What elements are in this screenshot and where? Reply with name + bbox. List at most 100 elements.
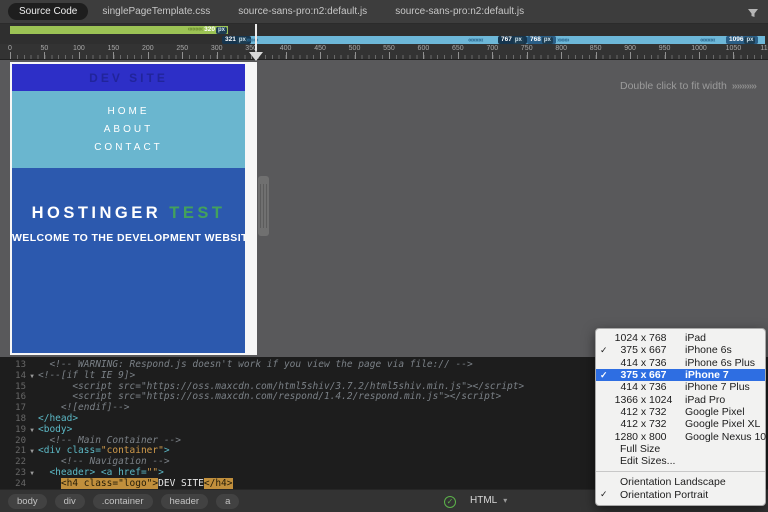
viewport-scrubber-handle[interactable] [249, 52, 263, 61]
ruler-major-tick [596, 52, 597, 59]
ruler-major-tick [423, 52, 424, 59]
size-menu-item[interactable]: 1280x800Google Nexus 10 [596, 430, 765, 442]
breakpoint-badge-767[interactable]: 767 px [498, 36, 527, 44]
size-menu-item[interactable]: 414x736iPhone 6s Plus [596, 357, 765, 369]
size-menu-item[interactable]: Full Size [596, 443, 765, 455]
ruler-major-tick [182, 52, 183, 59]
ruler-major-tick [458, 52, 459, 59]
code-token: <body> [38, 424, 72, 435]
doc-type-select[interactable]: HTML▾ [470, 495, 507, 506]
line-number: 13 [0, 360, 26, 371]
ruler-major-tick [733, 52, 734, 59]
code-token: > [164, 445, 170, 456]
code-token: <script src="https://oss.maxcdn.com/html… [38, 381, 524, 392]
code-token: <h4 class="logo"> [61, 478, 158, 489]
breakpoint-badge-768[interactable]: 768 px [527, 36, 556, 44]
fold-gutter [26, 403, 38, 414]
nav-link-about[interactable]: ABOUT [104, 124, 153, 135]
breakpoint-badge-1096[interactable]: 1096 px [726, 36, 758, 44]
code-token: > [158, 467, 164, 478]
menu-item-height: 800 [649, 431, 676, 443]
size-menu-item[interactable]: Orientation Landscape [596, 476, 765, 488]
menu-item-height: 667 [649, 369, 676, 381]
line-number: 14 [0, 371, 26, 382]
fold-arrow-icon[interactable]: ▼ [26, 468, 38, 479]
line-number: 20 [0, 436, 26, 447]
nav-link-contact[interactable]: CONTACT [94, 142, 163, 153]
line-number: 21 [0, 446, 26, 457]
size-menu-item[interactable]: ✓375x667iPhone 6s [596, 344, 765, 356]
breakpoint-label: 1096 [729, 36, 743, 44]
menu-item-x: x [638, 381, 649, 393]
validation-check-icon[interactable]: ✓ [444, 496, 456, 508]
tab-related-file[interactable]: source-sans-pro:n2:default.js [224, 6, 381, 17]
hero-title-primary: HOSTINGER [32, 204, 162, 222]
fold-arrow-icon[interactable]: ▼ [26, 425, 38, 436]
ruler-tick-label: 1050 [726, 45, 742, 52]
menu-item-width: 1280 [611, 431, 638, 443]
ruler-major-tick [527, 52, 528, 59]
ruler-tick-label: 750 [521, 45, 533, 52]
menu-item-height: 1024 [649, 394, 676, 406]
ruler-major-tick [44, 52, 45, 59]
media-query-bars: ««««« 320 px 321 px »»»» ««««« 767 px 76… [0, 24, 768, 44]
tab-related-file[interactable]: source-sans-pro:n2:default.js [381, 6, 538, 17]
fold-gutter [26, 392, 38, 403]
fold-gutter [26, 360, 38, 371]
fold-arrow-icon[interactable]: ▼ [26, 446, 38, 457]
ruler-major-tick [389, 52, 390, 59]
media-query-bar-320[interactable]: ««««« 320 px [10, 26, 228, 34]
ruler-major-tick [79, 52, 80, 59]
menu-item-width: 1024 [611, 332, 638, 344]
tag-selector-header[interactable]: header [161, 494, 209, 509]
size-menu-item[interactable]: 1366x1024iPad Pro [596, 393, 765, 405]
tag-selector-strip: bodydiv .container headera [0, 494, 239, 509]
fit-width-hint: Double click to fit width»»»»» [620, 80, 756, 92]
hero-title: HOSTINGER TEST [12, 204, 245, 223]
ruler-major-tick [320, 52, 321, 59]
ruler-tick-label: 800 [555, 45, 567, 52]
filter-icon[interactable] [747, 6, 759, 24]
checkmark-icon: ✓ [600, 370, 611, 381]
tag-selector-container[interactable]: .container [93, 494, 153, 509]
code-token: "" [147, 467, 158, 478]
ruler-major-tick [217, 52, 218, 59]
ruler-major-tick [665, 52, 666, 59]
ruler-tick-label: 650 [452, 45, 464, 52]
code-token: <!-- Main Container --> [38, 435, 181, 446]
size-menu-item[interactable]: 1024x768iPad [596, 332, 765, 344]
menu-item-name: iPhone 6s [685, 344, 732, 356]
size-menu-item[interactable]: Edit Sizes... [596, 455, 765, 467]
live-view-workspace[interactable]: DEV SITE HOMEABOUTCONTACT HOSTINGER TEST… [0, 60, 768, 357]
size-menu-item[interactable]: 412x732Google Pixel [596, 406, 765, 418]
menu-item-width: 1366 [611, 394, 638, 406]
nav-link-home[interactable]: HOME [108, 106, 150, 117]
menu-item-width: 412 [611, 406, 638, 418]
tab-source-code[interactable]: Source Code [8, 3, 88, 20]
viewport-resize-handle[interactable] [258, 176, 269, 236]
menu-item-name: Full Size [620, 443, 660, 455]
breakpoint-label: 321 [225, 36, 236, 44]
size-menu-item[interactable]: ✓Orientation Portrait [596, 489, 765, 501]
size-menu-item[interactable]: 414x736iPhone 7 Plus [596, 381, 765, 393]
menu-item-name: iPhone 7 Plus [685, 381, 750, 393]
checkmark-icon: ✓ [600, 489, 611, 500]
px-unit-chip: px [513, 37, 524, 44]
ruler-tick-label: 200 [142, 45, 154, 52]
fold-arrow-icon[interactable]: ▼ [26, 371, 38, 382]
ruler-tick-label: 450 [314, 45, 326, 52]
menu-item-name: iPad [685, 332, 706, 344]
menu-item-name: iPhone 7 [685, 369, 729, 381]
device-size-menu: 1024x768iPad✓375x667iPhone 6s414x736iPho… [595, 328, 766, 506]
menu-item-name: Orientation Landscape [620, 476, 726, 488]
tag-selector-div[interactable]: div [55, 494, 85, 509]
size-menu-item[interactable]: 412x732Google Pixel XL [596, 418, 765, 430]
size-menu-item[interactable]: ✓375x667iPhone 7 [596, 369, 765, 381]
tag-selector-a[interactable]: a [216, 494, 239, 509]
tab-related-file[interactable]: singlePageTemplate.css [88, 6, 224, 17]
menu-item-height: 736 [649, 357, 676, 369]
tag-selector-body[interactable]: body [8, 494, 47, 509]
ruler-tick-label: 100 [73, 45, 85, 52]
chevron-right-icon: »»»»» [732, 80, 756, 92]
ruler-tick-label: 550 [383, 45, 395, 52]
